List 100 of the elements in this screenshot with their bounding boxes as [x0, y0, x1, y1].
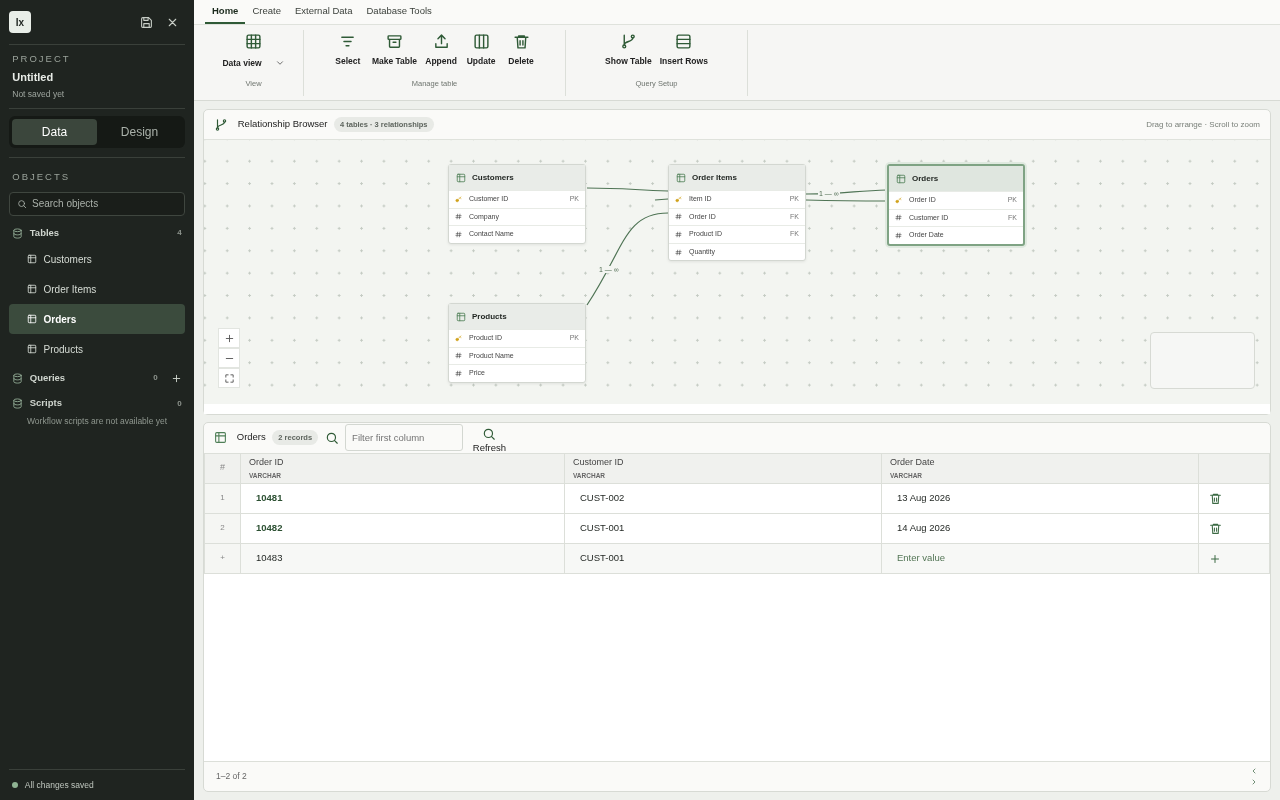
search-icon: [17, 198, 27, 209]
ribbon-button[interactable]: Update: [461, 33, 502, 79]
node-title: Order Items: [692, 171, 737, 184]
zoom-in-button[interactable]: [218, 328, 240, 348]
row-number: 1: [204, 483, 241, 514]
ribbon-tab[interactable]: External Data: [287, 0, 360, 24]
add-row-button[interactable]: [1209, 552, 1221, 565]
ribbon-button[interactable]: Delete: [501, 33, 542, 79]
table-icon: [27, 344, 37, 354]
group-count: 4: [177, 227, 182, 239]
hash-icon: [675, 248, 682, 256]
ribbon-tab[interactable]: Create: [245, 0, 288, 24]
branch-icon: [619, 33, 637, 51]
connector-line: [654, 198, 669, 201]
plus-icon: [223, 332, 235, 344]
panel-title: Relationship Browser: [237, 117, 328, 132]
table-cell: CUST-001: [564, 543, 882, 574]
table-cell: CUST-001: [564, 513, 882, 544]
table-cell: 14 Aug 2026: [881, 513, 1199, 544]
next-button[interactable]: [1250, 778, 1258, 786]
branch-icon: [214, 117, 228, 132]
table-icon: [896, 173, 906, 184]
add-button[interactable]: [170, 372, 182, 384]
grid-icon: [245, 33, 262, 51]
table-cell: 10481: [240, 483, 565, 514]
previous-button[interactable]: [1250, 767, 1258, 775]
ribbon-button[interactable]: Data view: [218, 33, 289, 79]
table-icon: [27, 284, 37, 294]
table-icon: [456, 311, 466, 322]
column-name: Order ID: [249, 456, 284, 467]
delete-button[interactable]: [1209, 522, 1222, 536]
table-icon: [27, 254, 37, 264]
project-label: PROJECT: [12, 51, 72, 66]
hash-icon: [455, 370, 462, 377]
sidebar-item[interactable]: Order Items: [9, 274, 185, 304]
plus-icon: [170, 372, 182, 384]
save-button[interactable]: [139, 15, 153, 29]
chevron-left-icon: [1250, 767, 1258, 775]
group-count: 0: [177, 397, 182, 410]
sidebar-item[interactable]: Products: [9, 334, 185, 364]
project-status: Not saved yet: [12, 87, 66, 101]
hash-icon: [895, 232, 902, 239]
node-title: Orders: [912, 172, 939, 185]
column-header: #: [204, 453, 241, 484]
input-field[interactable]: Enter value: [897, 552, 946, 564]
key-icon: [455, 195, 462, 203]
filter-field[interactable]: Filter first column: [345, 424, 464, 451]
app-logo: Ix: [9, 11, 31, 33]
table-cell: CUST-002: [564, 483, 882, 514]
canvas-hint: Drag to arrange · Scroll to zoom: [1146, 118, 1260, 131]
mode-tab[interactable]: Data: [12, 118, 97, 145]
archive-box-icon: [386, 33, 403, 51]
node-title: Customers: [472, 171, 514, 184]
table-cell: 10483: [240, 543, 565, 574]
hash-icon: [455, 213, 462, 221]
key-icon: [675, 195, 682, 203]
save-icon: [139, 15, 153, 29]
ribbon-button[interactable]: Append: [421, 33, 462, 79]
hash-icon: [455, 231, 462, 238]
table-icon: [676, 172, 686, 183]
trash-icon: [1209, 522, 1222, 536]
fit-button[interactable]: [218, 368, 240, 388]
columns-icon: [472, 33, 490, 51]
plus-icon: [1209, 552, 1221, 565]
refresh-button[interactable]: Refresh: [472, 426, 507, 457]
delete-button[interactable]: [1209, 492, 1222, 506]
ribbon-button[interactable]: Show Table: [601, 33, 656, 79]
key-icon: [455, 334, 462, 342]
objects-heading: OBJECTS: [11, 170, 72, 185]
sidebar-item[interactable]: Customers: [9, 244, 185, 274]
row-number: 2: [204, 513, 241, 544]
node-title: Products: [472, 310, 507, 323]
table-icon: [27, 314, 37, 324]
save-status: All changes saved: [24, 778, 94, 792]
hash-icon: [675, 231, 682, 238]
ribbon-button[interactable]: Insert Rows: [655, 33, 712, 79]
hash-icon: [455, 352, 462, 360]
chevron-right-icon: [1250, 778, 1258, 786]
mode-tab[interactable]: Design: [97, 118, 182, 145]
group-count: 0: [153, 372, 158, 385]
column-name: Customer ID: [573, 456, 624, 467]
rows-icon: [675, 33, 693, 51]
group-label: Queries: [29, 371, 67, 386]
hash-icon: [675, 213, 682, 221]
key-icon: [895, 196, 902, 204]
status-dot: [12, 782, 19, 788]
sidebar-item[interactable]: Orders: [9, 304, 185, 334]
sidebar-note: Workflow scripts are not available yet: [26, 414, 169, 428]
search-icon: [324, 430, 339, 445]
fit-icon: [223, 372, 235, 384]
ribbon-button[interactable]: Select: [327, 33, 368, 79]
ribbon-tab[interactable]: Database Tools: [359, 0, 439, 24]
search-field[interactable]: Search objects: [9, 191, 185, 216]
database-icon: [12, 372, 24, 384]
table-icon: [214, 431, 227, 444]
hash-icon: [895, 214, 902, 222]
group-label: Tables: [29, 225, 61, 240]
ribbon-button[interactable]: Make Table: [367, 33, 422, 79]
group-label: Scripts: [29, 396, 63, 411]
pagination-text: 1–2 of 2: [216, 770, 247, 783]
